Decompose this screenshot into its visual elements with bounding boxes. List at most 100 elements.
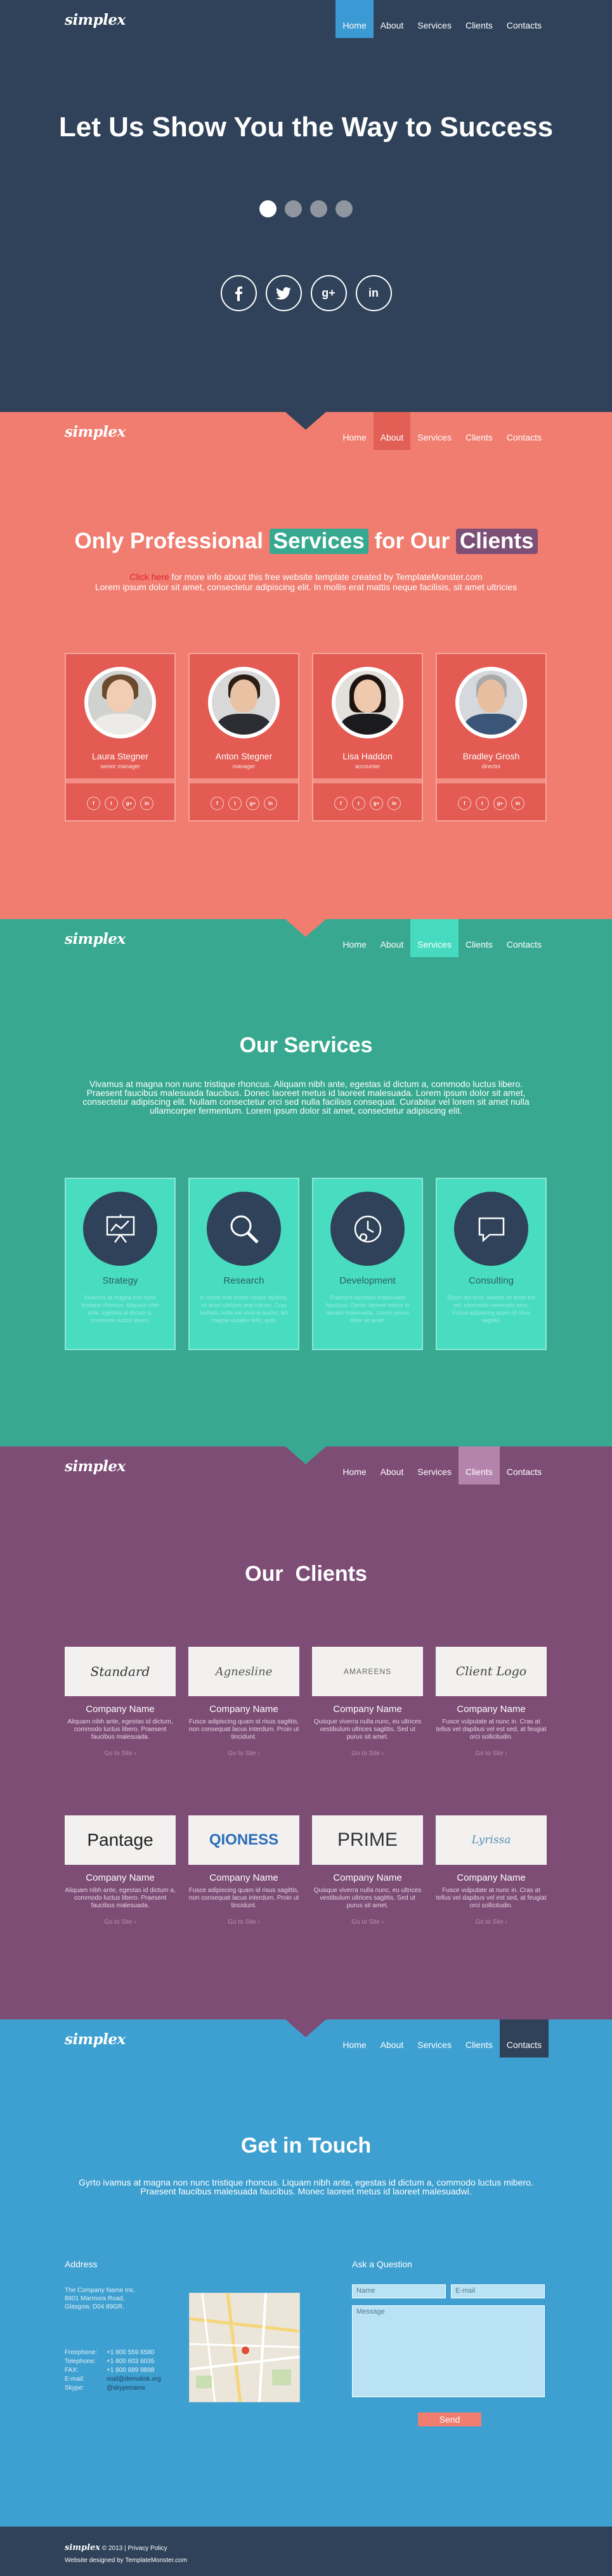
contact-label: Telephone: [65, 2358, 96, 2365]
nav-contacts[interactable]: Contacts [500, 919, 549, 957]
client-logo-text: Client Logo [455, 1665, 527, 1678]
twitter-icon[interactable]: t [476, 797, 489, 810]
client-logo[interactable]: QIONESS [188, 1815, 299, 1865]
nav-services[interactable]: Services [410, 0, 459, 38]
google-plus-icon[interactable]: g+ [246, 797, 259, 810]
slider-pagination [0, 200, 612, 217]
click-here-link[interactable]: Click here [129, 572, 169, 582]
nav-home[interactable]: Home [335, 0, 374, 38]
nav-about[interactable]: About [373, 412, 411, 450]
facebook-icon[interactable] [220, 275, 257, 311]
name-field[interactable]: Name [352, 2284, 446, 2298]
footer-credit[interactable]: Website designed by TemplateMonster.com [65, 2557, 187, 2564]
location-map[interactable] [189, 2293, 300, 2402]
main-menu: Home About Services Clients Contacts [335, 2019, 549, 2058]
nav-clients[interactable]: Clients [458, 1446, 500, 1484]
client-logo[interactable]: Lyrissa [436, 1815, 547, 1865]
twitter-icon[interactable]: t [228, 797, 242, 810]
facebook-icon[interactable]: f [87, 797, 100, 810]
send-button[interactable]: Send [418, 2412, 481, 2426]
nav-services[interactable]: Services [410, 1446, 459, 1484]
nav-clients[interactable]: Clients [459, 412, 500, 450]
facebook-icon[interactable]: f [458, 797, 471, 810]
nav-about[interactable]: About [374, 0, 411, 38]
client-site-link[interactable]: Go to Site › [188, 1919, 299, 1926]
nav-contacts[interactable]: Contacts [500, 412, 549, 450]
client-site-link[interactable]: Go to Site › [188, 1750, 299, 1757]
team-card: Bradley Grosh director f t g+ in [436, 653, 547, 821]
client-card: Agnesline Company Name Fusce adipiscing … [188, 1647, 299, 1757]
linkedin-icon[interactable]: in [511, 797, 524, 810]
linkedin-icon[interactable]: in [387, 797, 401, 810]
clients-title: Our Clients [245, 1562, 367, 1586]
client-site-link[interactable]: Go to Site › [312, 1919, 423, 1926]
client-card: PRIME Company Name Quisque viverra nulla… [312, 1815, 423, 1926]
client-logo[interactable]: Client Logo [436, 1647, 547, 1696]
linkedin-icon[interactable]: in [140, 797, 153, 810]
speech-bubble-icon [454, 1192, 528, 1266]
twitter-icon[interactable]: t [105, 797, 118, 810]
logo[interactable]: simplex [65, 1458, 126, 1475]
nav-about[interactable]: About [374, 919, 411, 957]
message-field[interactable]: Message [352, 2305, 545, 2397]
nav-clients[interactable]: Clients [459, 0, 500, 38]
nav-home[interactable]: Home [335, 412, 373, 450]
member-role: senior manager [100, 763, 140, 770]
client-logo-text: Lyrissa [471, 1834, 511, 1846]
email-field[interactable]: E-mail [451, 2284, 545, 2298]
service-name: Consulting [469, 1275, 514, 1286]
logo[interactable]: simplex [65, 11, 126, 29]
nav-about[interactable]: About [374, 2019, 411, 2058]
client-site-link[interactable]: Go to Site › [436, 1750, 547, 1757]
nav-services[interactable]: Services [410, 412, 459, 450]
nav-contacts[interactable]: Contacts [500, 0, 549, 38]
nav-home[interactable]: Home [335, 1446, 373, 1484]
nav-home[interactable]: Home [335, 919, 373, 957]
linkedin-icon[interactable]: in [264, 797, 277, 810]
logo[interactable]: simplex [65, 931, 126, 948]
client-text: Aliquam nibh ante, egestas id dictum a, … [65, 1887, 176, 1909]
client-name: Company Name [209, 1872, 278, 1883]
client-logo[interactable]: Agnesline [188, 1647, 299, 1696]
nav-services[interactable]: Services [410, 919, 459, 957]
facebook-icon[interactable]: f [334, 797, 348, 810]
nav-contacts[interactable]: Contacts [499, 2019, 549, 2058]
slider-dot[interactable] [335, 200, 353, 217]
slider-dot[interactable] [285, 200, 302, 217]
linkedin-icon[interactable]: in [355, 275, 392, 311]
client-logo[interactable]: AMAREENS [312, 1647, 423, 1696]
nav-clients[interactable]: Clients [459, 919, 500, 957]
skype-link[interactable]: @skypename [107, 2385, 145, 2392]
client-name: Company Name [457, 1872, 526, 1883]
google-plus-icon[interactable]: g+ [122, 797, 136, 810]
google-plus-icon[interactable]: g+ [310, 275, 347, 311]
twitter-icon[interactable]: t [352, 797, 365, 810]
logo[interactable]: simplex [65, 2031, 126, 2048]
logo[interactable]: simplex [65, 423, 126, 441]
twitter-icon[interactable] [265, 275, 302, 311]
client-logo[interactable]: Standard [65, 1647, 176, 1696]
member-social: f t g+ in [66, 797, 174, 810]
team-card: Lisa Haddon accounter f t g+ in [312, 653, 423, 821]
copyright-text[interactable]: © 2013 | Privacy Policy [102, 2545, 167, 2552]
nav-about[interactable]: About [374, 1446, 411, 1484]
client-site-link[interactable]: Go to Site › [65, 1919, 176, 1926]
client-site-link[interactable]: Go to Site › [312, 1750, 423, 1757]
client-logo-text: PRIME [337, 1829, 398, 1850]
client-card: Standard Company Name Aliquam nibh ante,… [65, 1647, 176, 1757]
facebook-icon[interactable]: f [211, 797, 224, 810]
google-plus-icon[interactable]: g+ [370, 797, 383, 810]
client-logo[interactable]: Pantage [65, 1815, 176, 1865]
client-site-link[interactable]: Go to Site › [436, 1919, 547, 1926]
nav-services[interactable]: Services [410, 2019, 459, 2058]
client-site-link[interactable]: Go to Site › [65, 1750, 176, 1757]
google-plus-icon[interactable]: g+ [493, 797, 507, 810]
client-logo[interactable]: PRIME [312, 1815, 423, 1865]
email-link[interactable]: mail@demolink.org [107, 2376, 161, 2383]
slider-dot[interactable] [310, 200, 327, 217]
nav-contacts[interactable]: Contacts [500, 1446, 549, 1484]
nav-clients[interactable]: Clients [459, 2019, 500, 2058]
nav-home[interactable]: Home [335, 2019, 373, 2058]
client-card: QIONESS Company Name Fusce adipiscing qu… [188, 1815, 299, 1926]
slider-dot[interactable] [259, 200, 277, 217]
